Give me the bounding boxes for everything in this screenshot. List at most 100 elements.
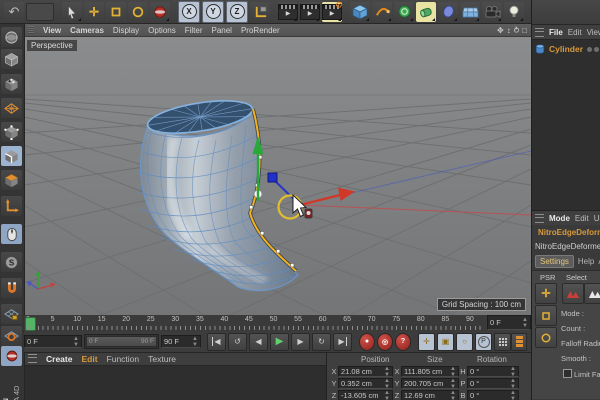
position-x-field[interactable]: 21.08 cm ▲ ▼ (338, 366, 393, 378)
om-hamburger-icon[interactable] (535, 27, 544, 37)
scale-tool-icon[interactable] (106, 1, 126, 22)
am-hamburger-icon[interactable] (535, 213, 544, 223)
floor-environment-icon[interactable] (460, 1, 480, 22)
psr-rotate-button[interactable] (535, 327, 557, 348)
add-primitive-cube-icon[interactable] (350, 1, 370, 22)
om-menu-view[interactable]: View (587, 28, 600, 37)
om-menu-edit[interactable]: Edit (568, 28, 582, 37)
active-object-row[interactable]: NitroEdgeDeformer (532, 225, 600, 240)
size-x-field[interactable]: 111.805 cm ▲ ▼ (401, 366, 459, 378)
loop-button[interactable]: ↻ (312, 332, 331, 351)
timeline-ruler[interactable]: 051015202530354045505560657075808590 (24, 315, 486, 332)
end-frame-field[interactable]: 90 F ▲ ▼ (161, 335, 201, 348)
menubar-grip[interactable] (28, 26, 34, 34)
menu-options[interactable]: Options (148, 26, 176, 35)
bent-cylinder-object[interactable] (136, 95, 301, 292)
menu-cameras[interactable]: Cameras (70, 26, 104, 35)
live-selection-icon[interactable] (62, 1, 82, 22)
workplane-mode-icon[interactable] (1, 98, 22, 118)
position-z-field[interactable]: -13.605 cm ▲ ▼ (338, 390, 393, 400)
rotate-tool-icon[interactable] (128, 1, 148, 22)
rotation-b-field[interactable]: 0 ° ▲ ▼ (467, 390, 519, 400)
object-name[interactable]: Cylinder (549, 44, 583, 54)
y-axis-lock-button[interactable]: Y (202, 0, 224, 23)
size-y-field[interactable]: 200.705 cm ▲ ▼ (401, 378, 459, 390)
mm-menu-texture[interactable]: Texture (148, 354, 176, 364)
next-frame-button[interactable]: ▶ (291, 332, 310, 351)
goto-end-button[interactable]: ▶ (333, 332, 352, 351)
play-button[interactable]: ▶ (270, 332, 289, 351)
menu-display[interactable]: Display (113, 26, 139, 35)
keyframe-stack-icon[interactable] (511, 332, 527, 351)
om-menu-file[interactable]: File (549, 28, 563, 37)
position-y-field[interactable]: 0.352 cm ▲ ▼ (338, 378, 393, 390)
last-used-tool-icon[interactable] (150, 1, 170, 22)
record-keyframe-button[interactable]: ● (359, 332, 375, 351)
size-z-field[interactable]: 12.69 cm ▲ ▼ (401, 390, 459, 400)
points-mode-icon[interactable] (1, 122, 22, 142)
record-rotation-button[interactable]: ○ (456, 332, 473, 351)
select-red-button[interactable] (562, 283, 584, 304)
frame-range-slider[interactable]: 0 F 90 F (84, 334, 159, 349)
model-mode-icon[interactable] (1, 49, 22, 69)
record-parameter-button[interactable]: P (475, 332, 492, 351)
lock-workplane-icon[interactable] (1, 304, 22, 324)
record-pla-button[interactable] (494, 332, 511, 351)
select-white-button[interactable] (584, 283, 600, 304)
x-axis-lock-button[interactable]: X (178, 0, 200, 23)
checkbox-icon[interactable] (563, 369, 572, 378)
viewport-zoom-icon[interactable]: ↕ (507, 26, 511, 35)
camera-icon[interactable] (482, 1, 502, 22)
goto-start-button[interactable]: ◀ (207, 332, 226, 351)
menu-panel[interactable]: Panel (212, 26, 232, 35)
tab-help[interactable]: Help (578, 257, 594, 266)
magnet-snap-icon[interactable] (1, 278, 22, 298)
tab-settings[interactable]: Settings (535, 255, 574, 268)
render-settings-icon[interactable]: ▶ ⚙ (322, 0, 343, 22)
spline-pen-icon[interactable] (372, 1, 392, 22)
render-view-icon[interactable]: ▶ (278, 1, 298, 22)
redo-slot[interactable] (26, 2, 54, 21)
psr-scale-button[interactable] (535, 305, 557, 326)
viewport-rotate-icon[interactable]: ⥁ (514, 26, 519, 35)
limit-falloff-checkbox[interactable]: Limit FallOff (563, 369, 600, 379)
am-menu-edit[interactable]: Edit (575, 214, 589, 223)
menu-filter[interactable]: Filter (185, 26, 203, 35)
metaball-icon[interactable] (438, 1, 458, 22)
edges-mode-icon[interactable] (1, 146, 22, 166)
frame-range-bar[interactable]: 0 F 90 F (86, 336, 157, 347)
record-scale-button[interactable]: ▣ (437, 332, 454, 351)
polygons-mode-icon[interactable] (1, 170, 22, 190)
rotation-h-field[interactable]: 0 ° ▲ ▼ (467, 366, 519, 378)
texture-mode-icon[interactable] (1, 74, 22, 94)
light-icon[interactable] (504, 1, 524, 22)
perspective-viewport[interactable]: Perspective Grid Spacing : 100 cm (24, 37, 531, 315)
render-to-picture-viewer-icon[interactable]: ▶ (300, 1, 320, 22)
previous-frame-button[interactable]: ◀ (249, 332, 268, 351)
menu-prorender[interactable]: ProRender (241, 26, 280, 35)
am-menu-user[interactable]: User (594, 214, 600, 223)
mm-hamburger-icon[interactable] (28, 354, 37, 363)
object-toggles[interactable] (587, 46, 599, 52)
record-position-button[interactable]: ✛ (418, 332, 435, 351)
keyframe-selection-button[interactable]: ? (395, 332, 411, 351)
z-axis-lock-button[interactable]: Z (226, 0, 248, 23)
psr-move-button[interactable]: ✛ (535, 283, 557, 304)
rotation-p-field[interactable]: 0 ° ▲ ▼ (467, 378, 519, 390)
menu-view[interactable]: View (43, 26, 61, 35)
snap-icon[interactable]: S (1, 252, 22, 272)
start-frame-field[interactable]: 0 F ▲ ▼ (24, 335, 82, 348)
coordinate-system-icon[interactable] (250, 1, 270, 22)
undo-icon[interactable]: ↶ (4, 1, 24, 22)
transform-gizmo[interactable] (252, 136, 356, 208)
play-backwards-button[interactable]: ↺ (228, 332, 247, 351)
object-row-cylinder[interactable]: Cylinder (532, 40, 600, 58)
current-frame-field[interactable]: 0 F ▲ ▼ (487, 315, 531, 330)
move-tool-icon[interactable]: ✛ (84, 1, 104, 22)
mm-menu-function[interactable]: Function (107, 354, 140, 364)
mm-menu-edit[interactable]: Edit (81, 354, 97, 364)
planar-workplane-icon[interactable] (1, 326, 22, 346)
make-editable-icon[interactable] (1, 27, 22, 47)
deformer-icon[interactable] (416, 1, 436, 22)
viewport-toggle-icon[interactable]: □ (522, 26, 527, 35)
